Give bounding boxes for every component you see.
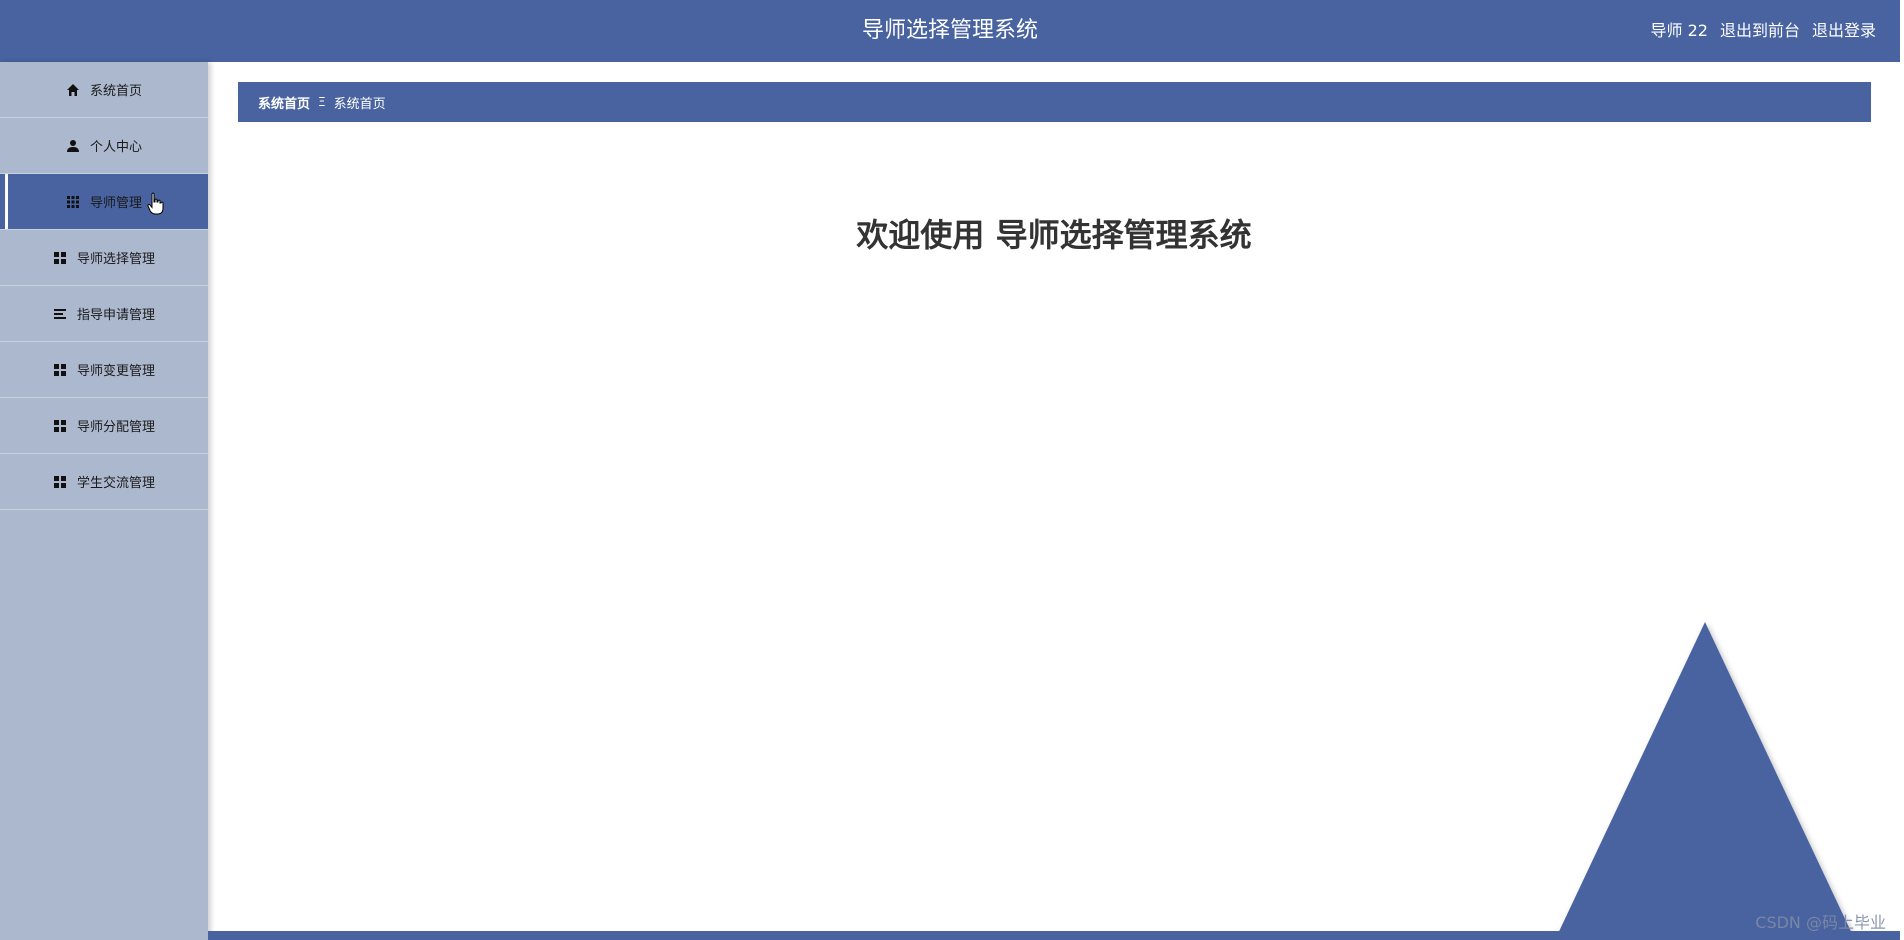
watermark-text: CSDN @码上毕业 — [1755, 913, 1886, 932]
sidebar-item-home[interactable]: 系统首页 — [0, 62, 208, 118]
sidebar-item-personal-center[interactable]: 个人中心 — [0, 118, 208, 174]
breadcrumb-home-link[interactable]: 系统首页 — [258, 93, 310, 112]
sidebar-item-tutor-change[interactable]: 导师变更管理 — [0, 342, 208, 398]
apps-icon — [53, 475, 67, 489]
sidebar-item-label: 导师变更管理 — [76, 364, 155, 379]
grid-icon — [66, 195, 80, 209]
sidebar-menu: 系统首页 个人中心 导师管理 导师选择管理 指导申请管理 导师变更管理 导师分配… — [0, 62, 208, 940]
right-edge-divider — [1900, 0, 1904, 940]
welcome-heading: 欢迎使用 导师选择管理系统 — [856, 216, 1252, 254]
sidebar-item-tutor-management[interactable]: 导师管理 — [0, 174, 208, 230]
sidebar-item-tutor-selection[interactable]: 导师选择管理 — [0, 230, 208, 286]
apps-icon — [53, 363, 67, 377]
app-title: 导师选择管理系统 — [861, 18, 1038, 43]
breadcrumb-current: 系统首页 — [333, 96, 386, 112]
sidebar-item-label: 系统首页 — [89, 84, 142, 99]
apps-icon — [53, 251, 67, 265]
sidebar-item-label: 导师分配管理 — [76, 420, 155, 435]
top-header: 导师选择管理系统 导师 22 退出到前台 退出登录 — [0, 0, 1900, 62]
decorative-triangle — [1555, 622, 1855, 940]
user-icon — [66, 139, 80, 153]
home-icon — [66, 83, 80, 97]
sidebar-item-label: 导师管理 — [89, 196, 142, 211]
hand-cursor-icon — [147, 192, 165, 216]
breadcrumb-separator: Ξ — [318, 95, 326, 109]
exit-to-front-link[interactable]: 退出到前台 — [1720, 0, 1800, 62]
sidebar-item-tutor-assignment[interactable]: 导师分配管理 — [0, 398, 208, 454]
sidebar-item-label: 指导申请管理 — [76, 308, 155, 323]
breadcrumb: 系统首页 Ξ 系统首页 — [238, 82, 1871, 122]
current-user-label: 导师 22 — [1650, 21, 1708, 40]
logout-link[interactable]: 退出登录 — [1812, 0, 1876, 62]
list-icon — [53, 307, 67, 321]
sidebar-item-guidance-application[interactable]: 指导申请管理 — [0, 286, 208, 342]
sidebar-item-label: 个人中心 — [89, 140, 142, 155]
sidebar-item-label: 导师选择管理 — [76, 252, 155, 267]
footer-bar — [208, 931, 1900, 940]
sidebar-item-student-communication[interactable]: 学生交流管理 — [0, 454, 208, 510]
header-user-area: 导师 22 退出到前台 退出登录 — [1651, 0, 1876, 62]
apps-icon — [53, 419, 67, 433]
sidebar-item-label: 学生交流管理 — [76, 476, 155, 491]
